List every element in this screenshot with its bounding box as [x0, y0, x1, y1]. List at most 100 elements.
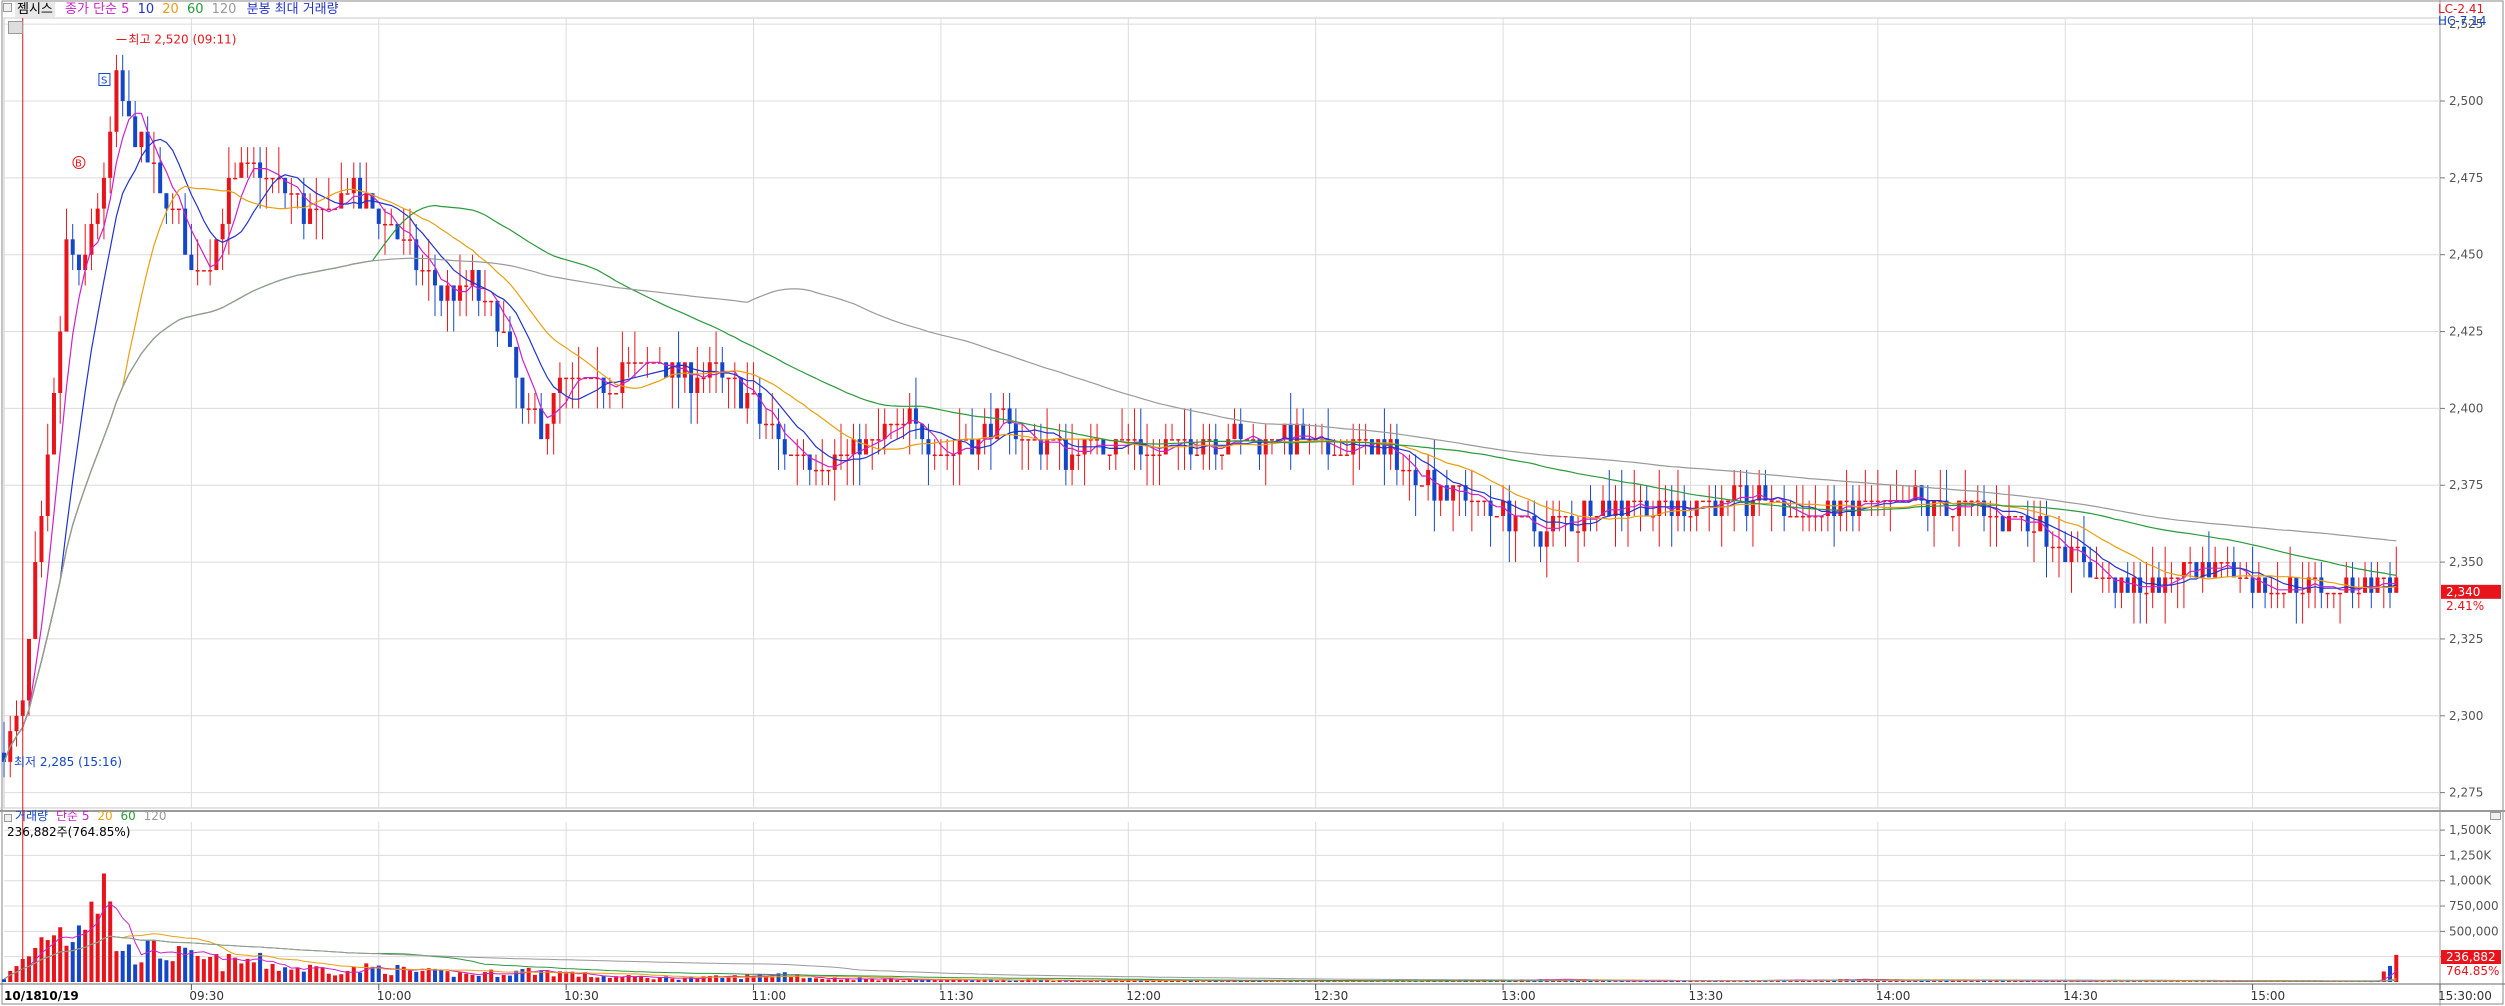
volume-bar	[820, 978, 825, 982]
candle-body	[882, 423, 887, 440]
candle-body	[1850, 500, 1855, 516]
candle-body	[895, 423, 900, 426]
time-tick-label: 12:30	[1314, 989, 1349, 1003]
volume-bar	[126, 944, 131, 982]
candle-body	[432, 270, 437, 286]
stock-chart[interactable]: 2,5252,5002,4752,4502,4252,4002,3752,350…	[0, 0, 2505, 1006]
volume-bar	[45, 940, 50, 982]
candle-body	[2244, 577, 2249, 579]
candle-body	[1357, 439, 1362, 441]
candle-body	[2294, 577, 2299, 593]
candle-body	[1638, 500, 1643, 503]
candle-body	[2313, 577, 2318, 579]
volume-bar	[358, 972, 363, 982]
volume-bar	[383, 973, 388, 982]
pane-toggle-button[interactable]	[3, 3, 12, 12]
candle-body	[976, 439, 981, 455]
volume-bar	[314, 966, 319, 982]
candle-body	[1076, 454, 1081, 456]
volume-bar	[170, 961, 175, 982]
candle-body	[2225, 562, 2230, 564]
volume-bar	[1738, 981, 1743, 982]
volume-bar	[520, 969, 525, 982]
volume-bar	[258, 952, 263, 982]
candle-body	[1344, 454, 1349, 456]
price-tick-label: 2,450	[2449, 248, 2483, 262]
candle-body	[520, 377, 525, 409]
volume-bar	[1045, 980, 1050, 982]
volume-bar	[495, 976, 500, 982]
volume-bar	[26, 956, 31, 982]
candle-body	[1120, 439, 1125, 441]
volume-bar	[389, 975, 394, 982]
vma5-label: 5	[81, 809, 90, 823]
candle-body	[2188, 562, 2193, 564]
candle-body	[1682, 500, 1687, 516]
candle-body	[801, 454, 806, 456]
candle-body	[982, 423, 987, 440]
candle-body	[1969, 500, 1974, 503]
volume-bar	[851, 980, 856, 982]
volume-bar	[1263, 981, 1268, 982]
volume-bar	[632, 976, 637, 982]
candle-body	[70, 239, 75, 255]
volume-title: 거래량	[15, 809, 49, 823]
candle-body	[1544, 531, 1549, 547]
candle-body	[345, 193, 350, 195]
candle-body	[2281, 592, 2286, 595]
candle-body	[1407, 469, 1412, 472]
volume-bar	[1220, 981, 1224, 982]
ma120-label: 120	[211, 2, 237, 17]
volume-bar	[414, 971, 419, 982]
price-tick-label: 2,500	[2449, 94, 2483, 108]
candle-body	[2238, 577, 2243, 579]
current-price-label: 2,340	[2446, 585, 2480, 599]
volume-bar	[807, 977, 812, 982]
candle-body	[401, 239, 406, 241]
volume-bar	[1063, 981, 1068, 982]
candle-body	[464, 285, 469, 287]
volume-bar	[526, 967, 531, 982]
volume-bar	[1007, 980, 1012, 982]
candle-body	[176, 208, 181, 211]
volume-pane-toggle-button[interactable]	[4, 814, 12, 822]
sell-marker-label: S	[101, 75, 107, 86]
volume-bar	[532, 974, 537, 982]
volume-bar	[795, 974, 800, 982]
candle-body	[1857, 500, 1862, 516]
volume-bar	[283, 967, 288, 982]
candle-body	[457, 285, 462, 301]
price-indicator-label: 종가 단순	[65, 2, 118, 17]
candle-body	[2231, 562, 2236, 578]
volume-bar	[251, 962, 256, 982]
volume-bar	[76, 925, 81, 982]
volume-bar	[58, 927, 63, 982]
candle-body	[2363, 577, 2368, 593]
candle-body	[83, 254, 88, 271]
candle-body	[1688, 515, 1693, 518]
volume-pane-maximize-button[interactable]	[2490, 812, 2501, 820]
candle-body	[351, 177, 356, 194]
candle-body	[501, 331, 506, 334]
candle-body	[1513, 515, 1518, 532]
candle-body	[1132, 439, 1137, 441]
candle-body	[726, 377, 731, 380]
candle-body	[389, 223, 394, 226]
candle-body	[1669, 500, 1674, 516]
candle-body	[1607, 500, 1612, 516]
volume-legend: 거래량 단순 5 20 60 120	[15, 808, 166, 824]
candle-body	[2106, 577, 2111, 579]
candle-body	[1238, 423, 1243, 440]
volume-bar	[589, 977, 594, 982]
candle-body	[1832, 500, 1837, 516]
candle-body	[164, 193, 169, 209]
volume-bar	[408, 970, 412, 982]
candle-body	[233, 177, 238, 180]
candle-body	[745, 393, 750, 409]
settings-icon[interactable]	[8, 21, 23, 34]
candle-body	[570, 377, 575, 380]
candle-body	[826, 469, 831, 472]
volume-bar	[1807, 981, 1812, 982]
candle-body	[938, 454, 943, 456]
price-tick-label: 2,400	[2449, 401, 2483, 415]
